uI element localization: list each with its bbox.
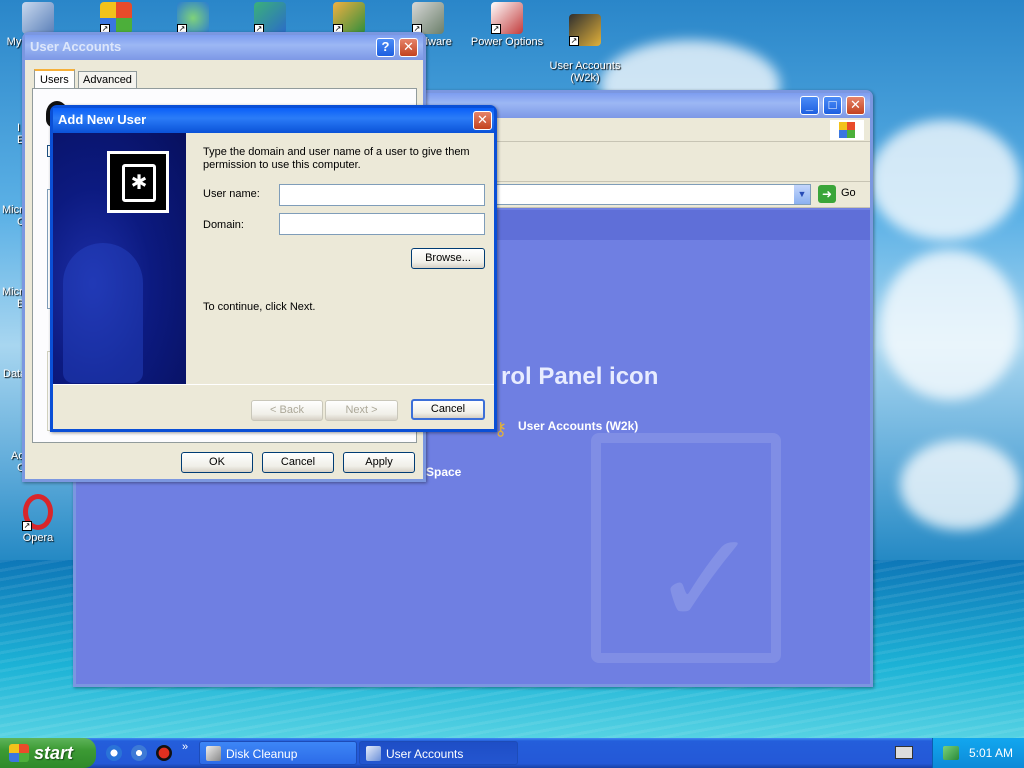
cloud — [870, 120, 1020, 240]
desktop-icon-power-options[interactable]: ↗ Power Options — [469, 2, 545, 48]
go-button[interactable]: Go — [841, 187, 856, 199]
taskbar: start » Disk Cleanup User Accounts 5:01 … — [0, 738, 1024, 768]
chevron-right-icon[interactable]: » — [182, 741, 188, 753]
window-title: User Accounts — [30, 39, 122, 54]
help-button[interactable]: ? — [376, 38, 395, 57]
taskbar-item-disk-cleanup[interactable]: Disk Cleanup — [199, 741, 357, 765]
cancel-button[interactable]: Cancel — [411, 399, 485, 420]
desktop-icon-network[interactable]: ↗ — [155, 2, 231, 36]
domain-input[interactable] — [279, 213, 485, 235]
dialog-title: Add New User — [58, 112, 147, 127]
user-keys-icon: ↗ — [569, 14, 601, 46]
username-input[interactable] — [279, 184, 485, 206]
desktop-icon-users[interactable]: ↗ — [311, 2, 387, 36]
media-player-icon[interactable] — [131, 745, 147, 761]
minimize-button[interactable]: _ — [800, 96, 819, 115]
record-icon[interactable] — [156, 745, 172, 761]
close-button[interactable]: ✕ — [846, 96, 865, 115]
back-button[interactable]: < Back — [251, 400, 323, 421]
ok-button[interactable]: OK — [181, 452, 253, 473]
username-label: User name: — [203, 188, 260, 200]
cloud — [900, 440, 1020, 530]
add-new-user-titlebar: Add New User ✕ — [53, 108, 494, 133]
user-accounts-w2k-link[interactable]: User Accounts (W2k) — [518, 419, 638, 433]
space-link[interactable]: Space — [426, 465, 461, 479]
cancel-button[interactable]: Cancel — [262, 452, 334, 473]
opera-icon: ↗ — [22, 494, 53, 531]
taskbar-item-label: User Accounts — [386, 747, 464, 761]
installer-icon: ↗ — [254, 2, 286, 34]
watermark-check-icon: ✓ — [591, 433, 781, 663]
start-button[interactable]: start — [0, 738, 96, 768]
tab-advanced[interactable]: Advanced — [78, 71, 137, 89]
next-button[interactable]: Next > — [325, 400, 398, 421]
desktop-icon-windows-update[interactable]: ↗ — [78, 2, 154, 36]
apply-button[interactable]: Apply — [343, 452, 415, 473]
hardware-icon: ↗ — [412, 2, 444, 34]
power-plug-icon: ↗ — [491, 2, 523, 34]
taskbar-item-user-accounts[interactable]: User Accounts — [359, 741, 518, 765]
internet-explorer-icon[interactable] — [106, 745, 122, 761]
go-arrow-icon[interactable]: ➜ — [818, 185, 836, 203]
wizard-key-icon: ✱ — [107, 151, 169, 213]
windows-flag-icon — [9, 744, 29, 762]
control-panel-heading: rol Panel icon — [501, 363, 659, 390]
keyboard-icon[interactable] — [895, 746, 913, 759]
desktop-icon-label: User Accounts (W2k) — [549, 60, 621, 84]
add-new-user-dialog: Add New User ✕ ✱ Type the domain and use… — [50, 105, 497, 432]
desktop-icon-add-remove[interactable]: ↗ — [232, 2, 308, 36]
browse-button[interactable]: Browse... — [411, 248, 485, 269]
tab-users[interactable]: Users — [34, 69, 75, 89]
desktop-icon-label: Opera — [22, 532, 54, 544]
system-tray: 5:01 AM — [932, 738, 1024, 768]
chevron-down-icon[interactable]: ▼ — [794, 185, 810, 204]
wizard-side-banner: ✱ — [53, 133, 186, 384]
users-icon: ↗ — [333, 2, 365, 34]
disk-cleanup-icon — [206, 746, 221, 761]
window-icon — [366, 746, 381, 761]
desktop-icon-opera[interactable]: ↗ Opera — [0, 494, 76, 544]
domain-label: Domain: — [203, 219, 244, 231]
clock[interactable]: 5:01 AM — [969, 746, 1013, 760]
close-button[interactable]: ✕ — [399, 38, 418, 57]
banner-figure — [63, 243, 143, 383]
tab-label: Users — [40, 74, 69, 86]
divider — [53, 384, 494, 385]
cloud — [880, 250, 1020, 400]
desktop-icon-label: My — [6, 36, 22, 48]
close-button[interactable]: ✕ — [473, 111, 492, 130]
tab-label: Advanced — [83, 74, 132, 86]
continue-text: To continue, click Next. — [203, 301, 316, 313]
instructions-text: Type the domain and user name of a user … — [203, 146, 470, 171]
user-accounts-titlebar: User Accounts ? ✕ — [25, 35, 423, 60]
computer-icon — [22, 2, 54, 34]
globe-icon: ↗ — [177, 2, 209, 34]
network-icon[interactable] — [943, 746, 959, 760]
desktop-icon-user-accounts-w2k[interactable]: ↗ User Accounts (W2k) — [547, 2, 623, 84]
desktop-edge-label: I — [17, 122, 21, 134]
taskbar-item-label: Disk Cleanup — [226, 747, 298, 761]
windows-flag-icon: ↗ — [100, 2, 132, 34]
desktop-icon-label: Power Options — [470, 36, 544, 48]
maximize-button[interactable]: □ — [823, 96, 842, 115]
windows-logo-icon — [830, 120, 864, 140]
start-label: start — [34, 743, 74, 763]
